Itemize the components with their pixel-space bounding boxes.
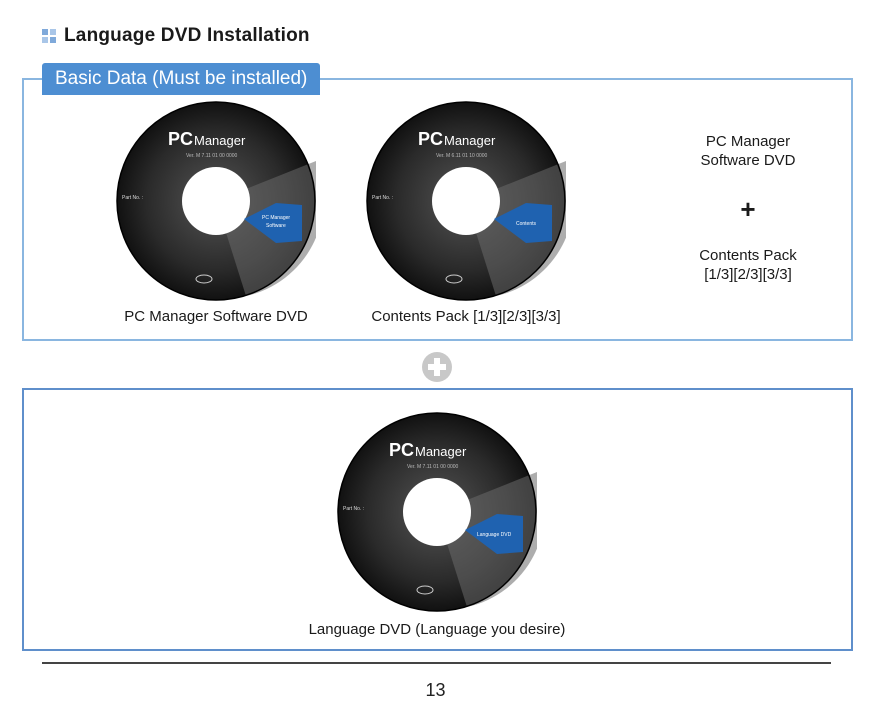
footer-rule xyxy=(42,662,831,664)
disc-version: Ver. M 6.11 01 10 0000 xyxy=(436,153,488,159)
section-title: Language DVD Installation xyxy=(64,25,310,46)
arrow-label-1: Contents xyxy=(516,221,537,227)
disc-brand-manager: Manager xyxy=(415,444,467,459)
disc-caption: Contents Pack [1/3][2/3][3/3] xyxy=(371,308,561,325)
plus-sign: + xyxy=(740,194,756,224)
disc-brand-pc: PC xyxy=(418,129,443,149)
pc-manager-software-disc: PC Manager Ver. M 7.11 01 00 0000 Part N… xyxy=(116,101,316,301)
side-summary-line1: PC Manager xyxy=(705,133,791,150)
plus-circle-icon xyxy=(422,352,452,382)
disc-part-no: Part No. : xyxy=(372,195,393,201)
disc-brand-pc: PC xyxy=(168,129,193,149)
disc-part-no: Part No. : xyxy=(343,506,364,512)
disc-version: Ver. M 7.11 01 00 0000 xyxy=(407,464,459,470)
side-summary-line4: [1/3][2/3][3/3] xyxy=(704,266,792,283)
basic-data-tab: Basic Data (Must be installed) xyxy=(42,63,321,95)
disc-brand-pc: PC xyxy=(389,440,414,460)
page-number: 13 xyxy=(425,680,446,700)
arrow-label-1: Language DVD xyxy=(477,532,512,538)
disc-brand-manager: Manager xyxy=(194,133,246,148)
disc-caption: Language DVD (Language you desire) xyxy=(308,621,566,638)
side-summary-line2: Software DVD xyxy=(700,152,796,169)
side-summary-line3: Contents Pack xyxy=(699,247,797,264)
language-dvd-disc: PC Manager Ver. M 7.11 01 00 0000 Part N… xyxy=(337,412,537,612)
disc-version: Ver. M 7.11 01 00 0000 xyxy=(186,153,238,159)
arrow-label-2: Software xyxy=(266,223,286,229)
disc-brand-manager: Manager xyxy=(444,133,496,148)
grid-bullet-icon xyxy=(42,29,56,43)
section-heading: Language DVD Installation xyxy=(42,25,310,47)
contents-pack-disc: PC Manager Ver. M 6.11 01 10 0000 Part N… xyxy=(366,101,566,301)
arrow-label-1: PC Manager xyxy=(262,215,290,221)
disc-caption: PC Manager Software DVD xyxy=(124,308,308,325)
disc-part-no: Part No. : xyxy=(122,195,143,201)
